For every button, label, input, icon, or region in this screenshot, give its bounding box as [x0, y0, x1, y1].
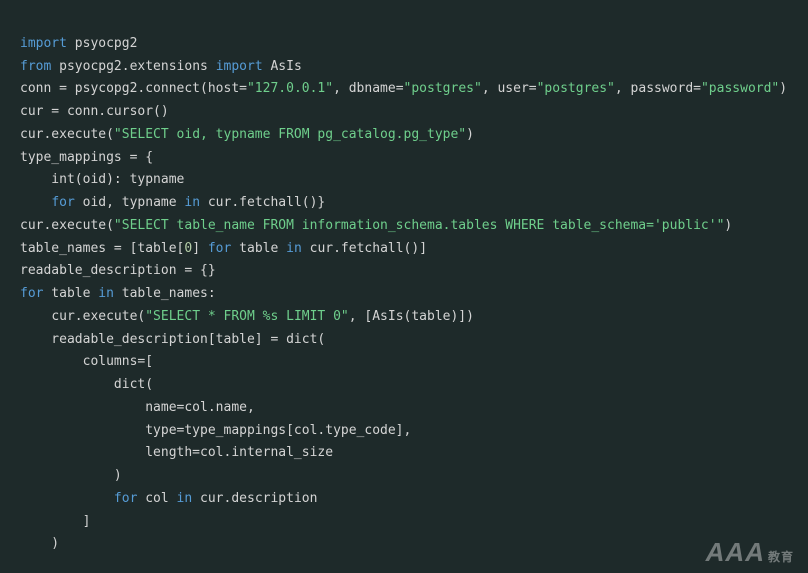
string-literal: "postgres" — [404, 81, 482, 96]
module-name: psyocpg2 — [75, 36, 138, 51]
code-line: int(oid): typname — [20, 172, 184, 187]
module-name: psyocpg2.extensions — [59, 59, 208, 74]
keyword-from: from — [20, 59, 51, 74]
code-line: dict( — [20, 377, 153, 392]
code-line: cur = conn.cursor() — [20, 104, 169, 119]
keyword-import: import — [20, 36, 67, 51]
keyword-in: in — [98, 286, 114, 301]
keyword-for: for — [208, 241, 231, 256]
code-line: ] — [20, 514, 90, 529]
class-name: AsIs — [270, 59, 301, 74]
keyword-for: for — [114, 491, 137, 506]
code-line: type_mappings = { — [20, 150, 153, 165]
code-line: for oid, typname in cur.fetchall()} — [20, 195, 325, 210]
code-line: length=col.internal_size — [20, 445, 333, 460]
keyword-for: for — [20, 286, 43, 301]
keyword-in: in — [177, 491, 193, 506]
code-line: cur.execute("SELECT * FROM %s LIMIT 0", … — [20, 309, 474, 324]
code-line: ) — [20, 536, 59, 551]
keyword-import: import — [216, 59, 263, 74]
code-line: ) — [20, 468, 122, 483]
string-literal: "SELECT * FROM %s LIMIT 0" — [145, 309, 349, 324]
code-line: for col in cur.description — [20, 491, 317, 506]
code-line: cur.execute("SELECT oid, typname FROM pg… — [20, 127, 474, 142]
code-line: readable_description[table] = dict( — [20, 332, 325, 347]
code-line: type=type_mappings[col.type_code], — [20, 423, 411, 438]
code-line: readable_description = {} — [20, 263, 216, 278]
watermark: AAA 教育 — [706, 539, 794, 565]
watermark-brand: AAA — [706, 539, 765, 565]
string-literal: "SELECT table_name FROM information_sche… — [114, 218, 724, 233]
code-line: from psyocpg2.extensions import AsIs — [20, 59, 302, 74]
code-line: cur.execute("SELECT table_name FROM info… — [20, 218, 732, 233]
keyword-for: for — [51, 195, 74, 210]
keyword-in: in — [184, 195, 200, 210]
keyword-in: in — [286, 241, 302, 256]
code-line: columns=[ — [20, 354, 153, 369]
code-line: conn = psycopg2.connect(host="127.0.0.1"… — [20, 81, 787, 96]
code-line: table_names = [table[0] for table in cur… — [20, 241, 427, 256]
code-block: import psyocpg2 from psyocpg2.extensions… — [0, 0, 808, 566]
string-literal: "SELECT oid, typname FROM pg_catalog.pg_… — [114, 127, 466, 142]
watermark-suffix: 教育 — [768, 551, 794, 565]
string-literal: "password" — [701, 81, 779, 96]
code-line: import psyocpg2 — [20, 36, 137, 51]
string-literal: "postgres" — [537, 81, 615, 96]
code-line: for table in table_names: — [20, 286, 216, 301]
code-line: name=col.name, — [20, 400, 255, 415]
string-literal: "127.0.0.1" — [247, 81, 333, 96]
